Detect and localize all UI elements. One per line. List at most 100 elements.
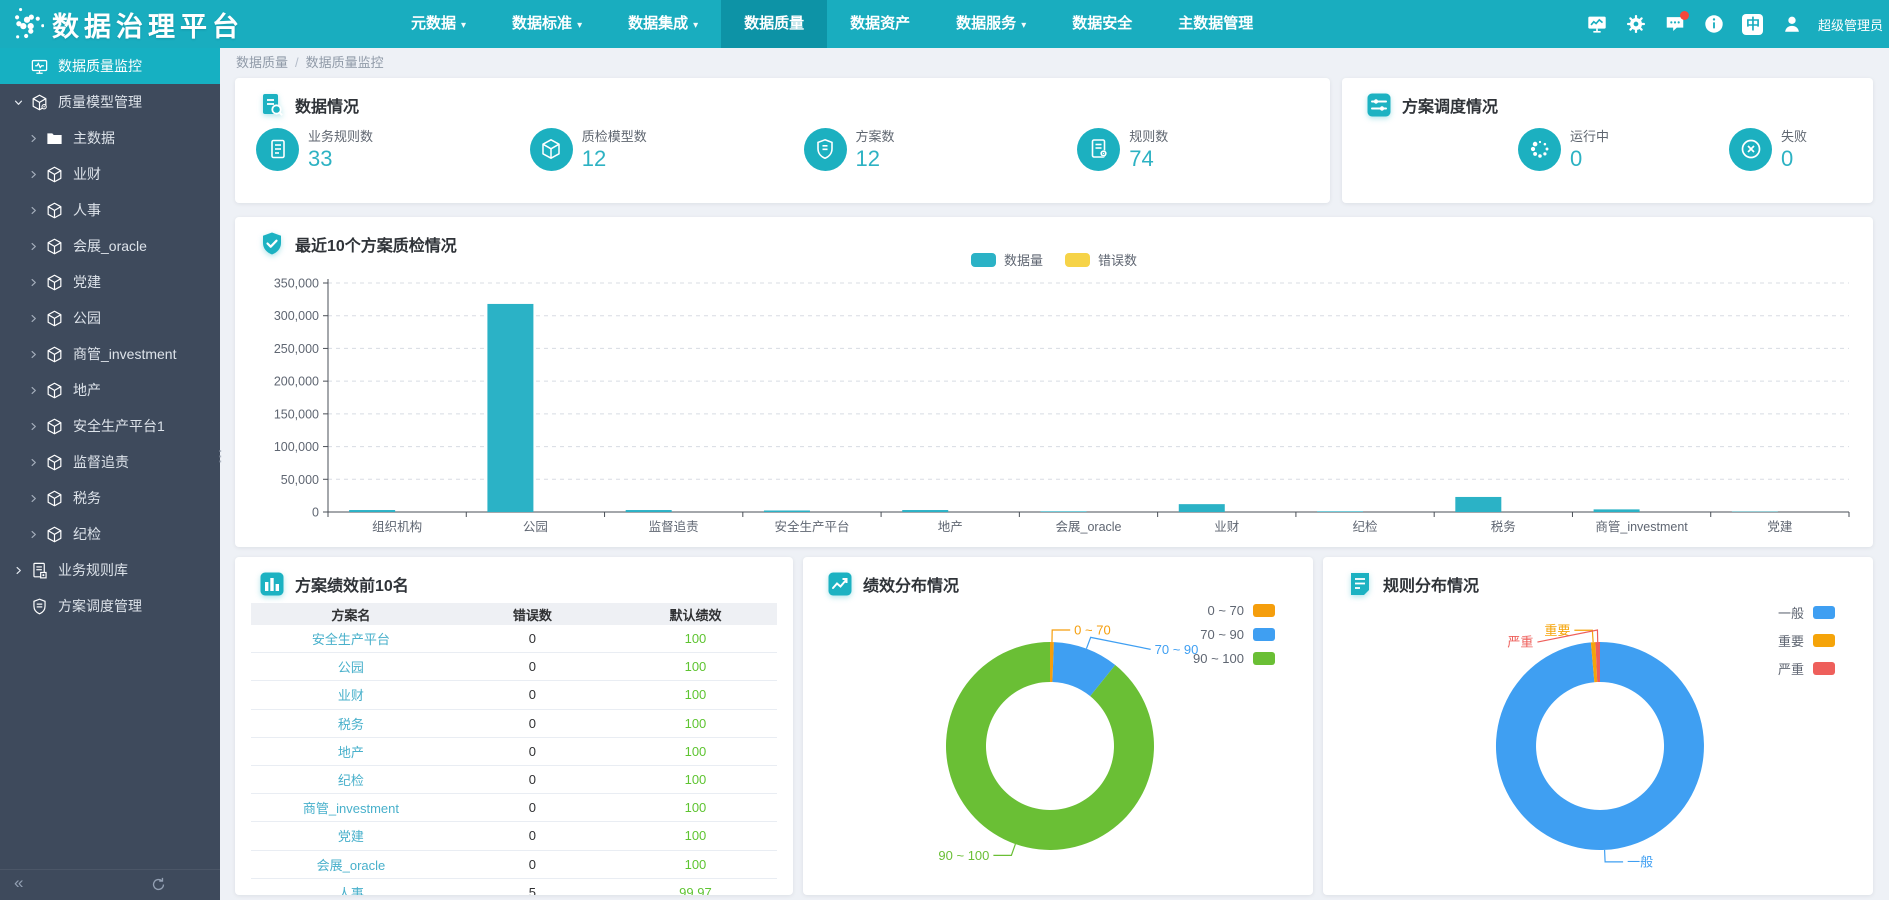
table-header-row: 方案名错误数默认绩效 xyxy=(251,603,777,625)
error-count: 0 xyxy=(451,744,614,759)
chevron-spacer xyxy=(10,59,27,73)
breadcrumb-item-0[interactable]: 数据质量 xyxy=(236,55,288,70)
x-category-label: 会展_oracle xyxy=(1056,520,1122,534)
info-icon[interactable] xyxy=(1699,9,1729,39)
nav-item-0[interactable]: 元数据▾ xyxy=(388,0,489,48)
shield-lines-icon xyxy=(30,597,49,616)
sidebar-resize-handle[interactable]: ⋮ xyxy=(213,452,228,461)
chevron-down-icon: ▾ xyxy=(461,20,466,31)
folder-icon xyxy=(45,129,64,148)
sidebar-item-党建[interactable]: 党建 xyxy=(0,264,220,300)
stat-text: 失败0 xyxy=(1781,126,1807,172)
sidebar-item-质量模型管理[interactable]: 质量模型管理 xyxy=(0,84,220,120)
nav-item-4[interactable]: 数据资产 xyxy=(827,0,933,48)
nav-item-label: 数据安全 xyxy=(1072,15,1132,32)
nav-item-5[interactable]: 数据服务▾ xyxy=(933,0,1049,48)
bar-数据量-地产 xyxy=(902,510,948,512)
scheme-link-商管_investment[interactable]: 商管_investment xyxy=(251,798,451,817)
nav-item-3[interactable]: 数据质量 xyxy=(721,0,827,48)
chevron-right-icon xyxy=(25,203,42,217)
x-category-label: 组织机构 xyxy=(372,519,422,534)
message-icon[interactable] xyxy=(1660,9,1690,39)
table-row: 业财0100 xyxy=(251,681,777,709)
card-title: 数据情况 xyxy=(259,92,359,118)
sidebar-item-方案调度管理[interactable]: 方案调度管理 xyxy=(0,588,220,624)
sidebar-item-label: 业务规则库 xyxy=(58,560,128,580)
y-tick-label: 350,000 xyxy=(274,277,319,291)
default-score: 100 xyxy=(614,659,777,674)
stat-value: 0 xyxy=(1570,146,1609,172)
sidebar-item-label: 商管_investment xyxy=(73,344,176,364)
spinner-icon xyxy=(1518,128,1561,171)
refresh-icon[interactable] xyxy=(150,876,167,893)
scheme-link-会展_oracle[interactable]: 会展_oracle xyxy=(251,855,451,874)
collapse-sidebar-icon[interactable]: « xyxy=(14,873,23,893)
sidebar-item-业财[interactable]: 业财 xyxy=(0,156,220,192)
sidebar-item-label: 监督追责 xyxy=(73,452,129,472)
sidebar-item-label: 数据质量监控 xyxy=(58,56,142,76)
sidebar-item-地产[interactable]: 地产 xyxy=(0,372,220,408)
rules-icon xyxy=(30,561,49,580)
language-badge: 中 xyxy=(1742,14,1763,35)
donut-callout-label: 严重 xyxy=(1507,635,1533,650)
scheme-link-纪检[interactable]: 纪检 xyxy=(251,770,451,789)
stat-text: 质检模型数12 xyxy=(582,126,647,172)
y-tick-label: 250,000 xyxy=(274,342,319,356)
card-title: 方案绩效前10名 xyxy=(259,571,409,597)
sidebar-item-税务[interactable]: 税务 xyxy=(0,480,220,516)
nav-item-2[interactable]: 数据集成▾ xyxy=(605,0,721,48)
table-row: 会展_oracle0100 xyxy=(251,851,777,879)
chevron-right-icon xyxy=(25,131,42,145)
main-content: 数据质量/数据质量监控 数据情况 业务规则数33质检模型数12方案数12规则数7… xyxy=(220,48,1889,900)
cube-icon xyxy=(45,417,64,436)
nav-item-7[interactable]: 主数据管理 xyxy=(1155,0,1276,48)
gear-icon[interactable] xyxy=(1621,9,1651,39)
sidebar-item-业务规则库[interactable]: 业务规则库 xyxy=(0,552,220,588)
schedule-overview-card: 方案调度情况 运行中0失败0 xyxy=(1342,78,1873,203)
scheme-link-税务[interactable]: 税务 xyxy=(251,714,451,733)
logo-icon xyxy=(10,7,44,41)
error-count: 0 xyxy=(451,716,614,731)
app-title: 数据治理平台 xyxy=(52,5,244,44)
user-icon[interactable] xyxy=(1777,9,1807,39)
sidebar-item-label: 会展_oracle xyxy=(73,236,147,256)
scheme-link-安全生产平台[interactable]: 安全生产平台 xyxy=(251,629,451,648)
y-tick-label: 300,000 xyxy=(274,309,319,323)
donut-callout-line xyxy=(1605,850,1624,862)
y-tick-label: 150,000 xyxy=(274,407,319,421)
scheme-link-人事[interactable]: 人事 xyxy=(251,883,451,895)
unread-badge xyxy=(1680,11,1689,20)
scheme-link-业财[interactable]: 业财 xyxy=(251,685,451,704)
scheme-link-党建[interactable]: 党建 xyxy=(251,826,451,845)
chevron-right-icon xyxy=(25,383,42,397)
monitor-chart-icon[interactable] xyxy=(1582,9,1612,39)
app: 数据治理平台 元数据▾数据标准▾数据集成▾数据质量数据资产数据服务▾数据安全主数… xyxy=(0,0,1889,900)
sidebar-item-数据质量监控[interactable]: 数据质量监控 xyxy=(0,48,220,84)
sidebar-item-纪检[interactable]: 纪检 xyxy=(0,516,220,552)
sidebar-item-label: 方案调度管理 xyxy=(58,596,142,616)
nav-item-6[interactable]: 数据安全 xyxy=(1049,0,1155,48)
stat-失败: 失败0 xyxy=(1729,126,1807,172)
scheme-link-地产[interactable]: 地产 xyxy=(251,742,451,761)
stat-text: 规则数74 xyxy=(1129,126,1168,172)
sidebar-item-监督追责[interactable]: 监督追责 xyxy=(0,444,220,480)
nav-item-1[interactable]: 数据标准▾ xyxy=(489,0,605,48)
sidebar-item-公园[interactable]: 公园 xyxy=(0,300,220,336)
scheme-link-公园[interactable]: 公园 xyxy=(251,657,451,676)
language-icon[interactable]: 中 xyxy=(1738,9,1768,39)
donut-callout-label: 90 ~ 100 xyxy=(938,848,989,863)
x-category-label: 商管_investment xyxy=(1595,519,1688,534)
table-row: 党建0100 xyxy=(251,822,777,850)
y-tick-label: 0 xyxy=(312,506,319,520)
chevron-right-icon xyxy=(25,311,42,325)
sidebar-item-人事[interactable]: 人事 xyxy=(0,192,220,228)
sidebar-item-商管_investment[interactable]: 商管_investment xyxy=(0,336,220,372)
sidebar-item-label: 人事 xyxy=(73,200,101,220)
stat-text: 方案数12 xyxy=(856,126,895,172)
username[interactable]: 超级管理员 xyxy=(1818,15,1883,34)
sidebar-item-主数据[interactable]: 主数据 xyxy=(0,120,220,156)
sidebar-item-安全生产平台1[interactable]: 安全生产平台1 xyxy=(0,408,220,444)
sidebar-item-会展_oracle[interactable]: 会展_oracle xyxy=(0,228,220,264)
cube-icon xyxy=(45,309,64,328)
chevron-down-icon: ▾ xyxy=(577,20,582,31)
